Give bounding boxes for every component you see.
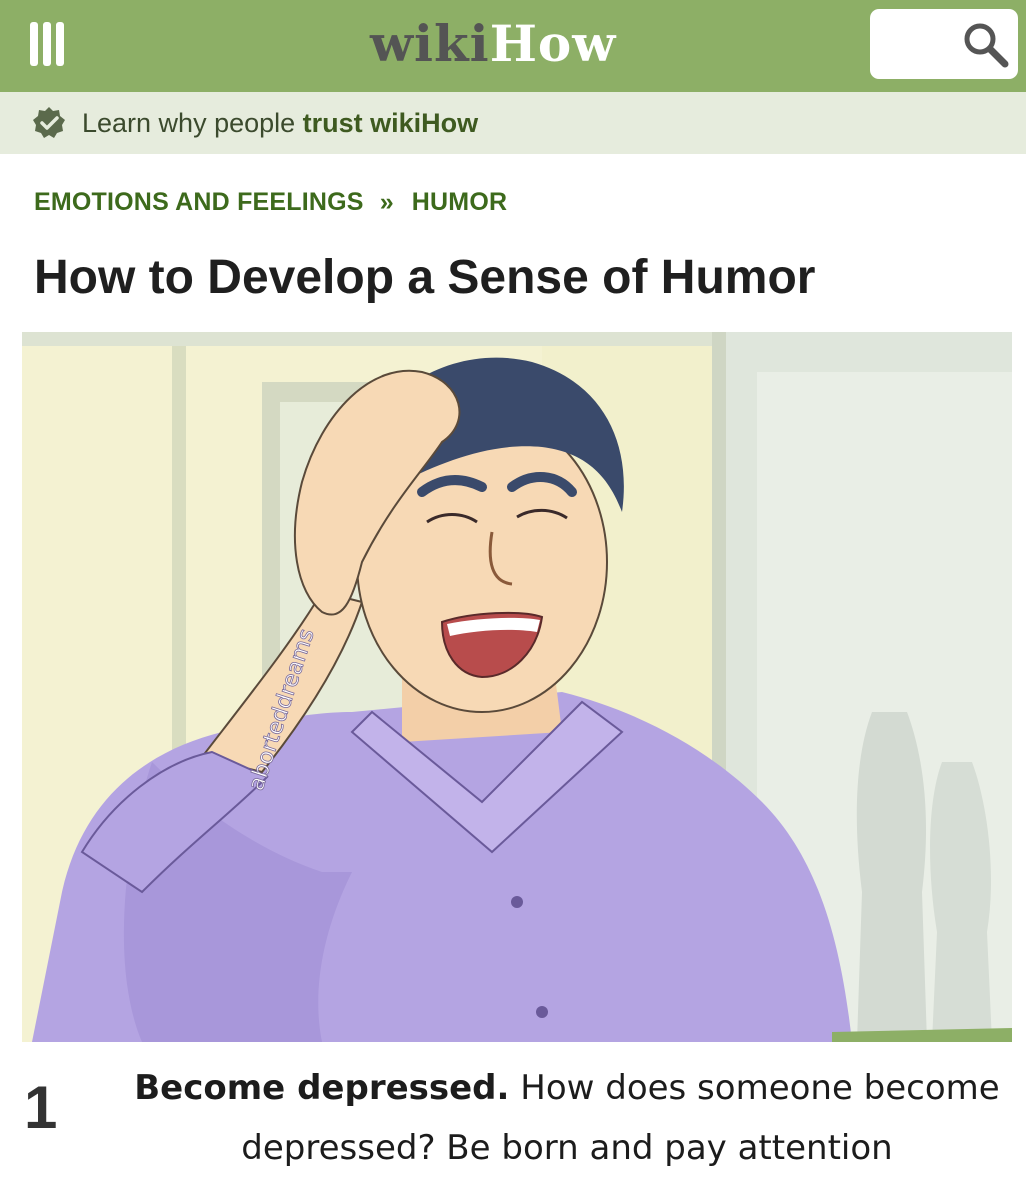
step-illustration: aborteddreams (22, 332, 1012, 1042)
step-headline: Become depressed. (134, 1068, 510, 1108)
verified-badge-icon (33, 107, 65, 138)
trust-text-plain: Learn why people (82, 108, 303, 138)
hamburger-menu-icon[interactable] (30, 22, 64, 66)
search-input[interactable] (870, 9, 1018, 79)
breadcrumb-separator: » (379, 188, 394, 216)
breadcrumb: EMOTIONS AND FEELINGS » HUMOR (34, 184, 507, 220)
article-title: How to Develop a Sense of Humor (34, 251, 816, 304)
top-navigation-bar: wikiHow (0, 0, 1026, 92)
logo-how-text: How (489, 14, 617, 73)
trust-link-text[interactable]: Learn why people trust wikiHow (82, 92, 478, 154)
breadcrumb-humor[interactable]: HUMOR (412, 188, 507, 216)
logo-wiki-text: wiki (370, 14, 490, 73)
step-number: 1 (24, 1074, 58, 1141)
trust-banner[interactable]: Learn why people trust wikiHow (0, 92, 1026, 154)
wikihow-logo[interactable]: wikiHow (370, 14, 616, 74)
step-description: Become depressed. How does someone becom… (122, 1058, 1012, 1178)
breadcrumb-emotions-and-feelings[interactable]: EMOTIONS AND FEELINGS (34, 188, 364, 216)
trust-text-strong: trust wikiHow (302, 108, 479, 138)
magnifier-icon[interactable] (960, 19, 1010, 69)
